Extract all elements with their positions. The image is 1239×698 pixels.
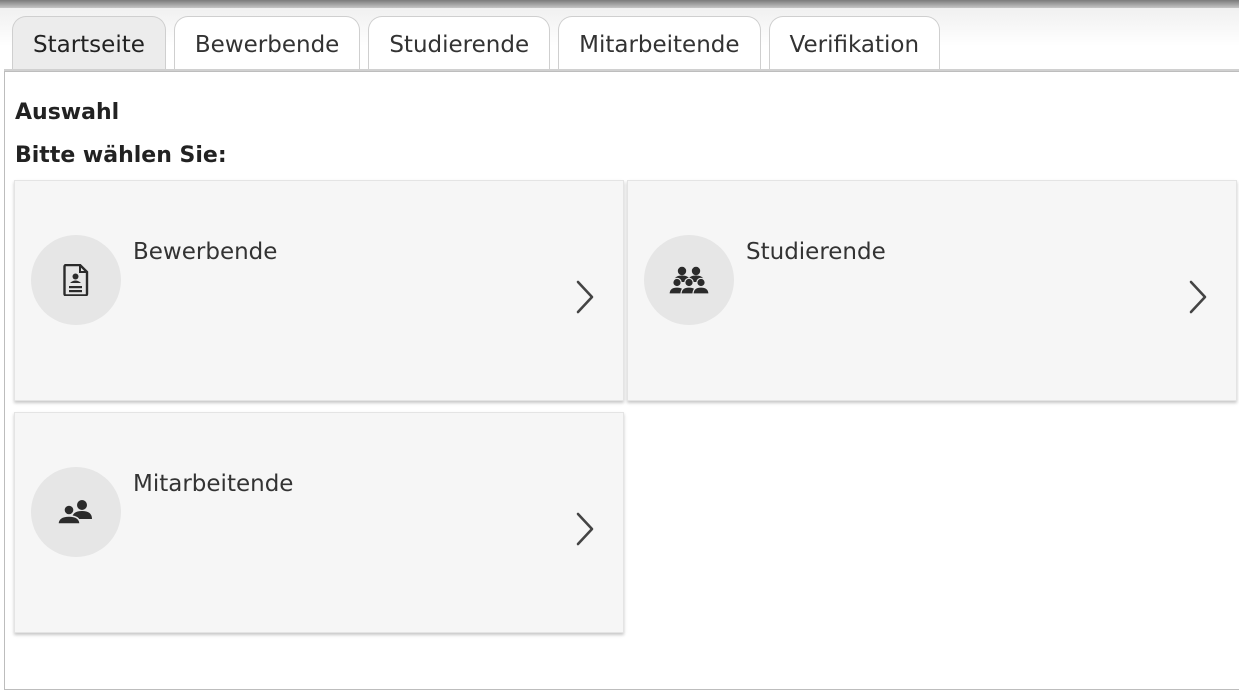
tab-bewerbende[interactable]: Bewerbende	[173, 16, 361, 72]
card-label: Mitarbeitende	[133, 471, 294, 497]
chevron-right-icon	[1189, 280, 1207, 314]
selection-prompt: Bitte wählen Sie:	[15, 143, 227, 168]
card-studierende[interactable]: Studierende	[627, 180, 1237, 401]
card-bewerbende[interactable]: Bewerbende	[14, 180, 624, 401]
tab-studierende[interactable]: Studierende	[368, 16, 551, 72]
tab-mitarbeitende[interactable]: Mitarbeitende	[558, 16, 761, 72]
employees-icon	[57, 500, 92, 525]
card-label: Studierende	[746, 239, 886, 265]
tab-startseite[interactable]: Startseite	[12, 16, 166, 72]
card-icon-circle	[31, 235, 121, 325]
chevron-right-icon	[576, 512, 594, 546]
section-title: Auswahl	[15, 100, 120, 125]
card-mitarbeitende[interactable]: Mitarbeitende	[14, 412, 624, 633]
card-label: Bewerbende	[133, 239, 278, 265]
students-group-icon	[669, 266, 709, 295]
card-icon-circle	[31, 467, 121, 557]
applicant-document-icon	[63, 264, 89, 296]
tab-verifikation[interactable]: Verifikation	[768, 16, 941, 72]
chevron-right-icon	[576, 280, 594, 314]
card-icon-circle	[644, 235, 734, 325]
tab-bar: Startseite Bewerbende Studierende Mitarb…	[0, 8, 1239, 72]
